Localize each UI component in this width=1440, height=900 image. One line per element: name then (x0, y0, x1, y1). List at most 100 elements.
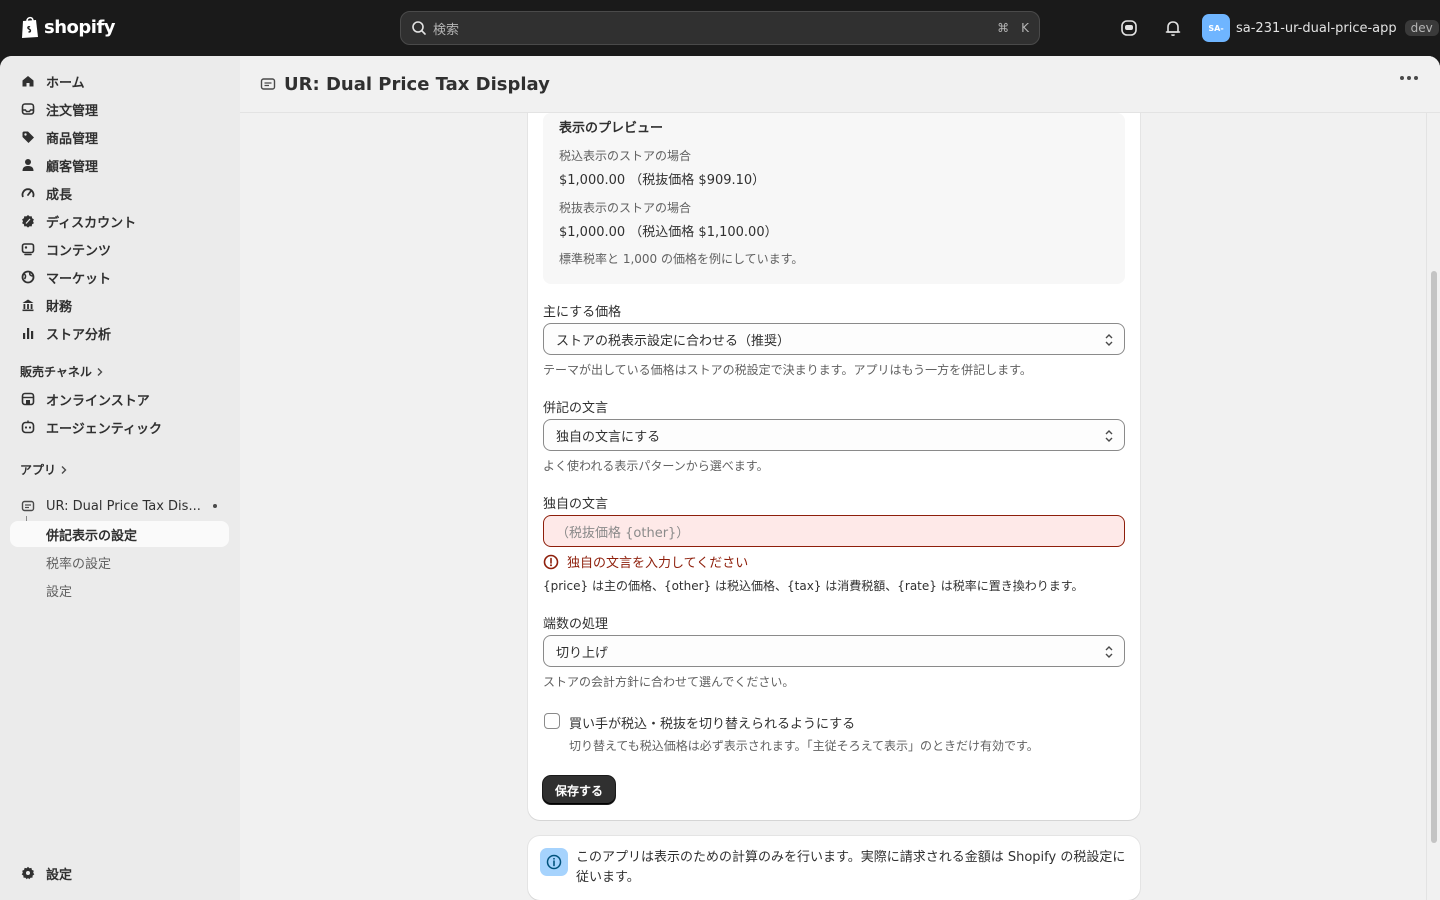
shopify-bag-icon (22, 16, 38, 38)
sidebar-item-label: ホーム (46, 75, 85, 91)
sidebar-item-products[interactable]: 商品管理 (10, 124, 229, 150)
rounding-select[interactable]: 切り上げ (543, 635, 1125, 667)
wording-label: 併記の文言 (543, 401, 609, 416)
agentic-icon (20, 419, 36, 435)
sidebar-item-discounts[interactable]: ディスカウント (10, 208, 229, 234)
sidebar-item-home[interactable]: ホーム (10, 68, 229, 94)
search-bar[interactable]: 検索 ⌘ K (400, 11, 1040, 45)
preview-excl-label: 税抜表示のストアの場合 (559, 201, 692, 215)
sidebar-item-label: エージェンティック (46, 421, 162, 437)
sidebar-item-label: 成長 (46, 187, 73, 203)
preview-note: 標準税率と 1,000 の価格を例にしています。 (559, 252, 804, 266)
chevron-right-icon (97, 367, 103, 376)
select-chevron-icon (1105, 334, 1113, 346)
apps-heading[interactable]: アプリ (20, 461, 68, 478)
sidebar-item-agentic[interactable]: エージェンティック (10, 414, 229, 440)
main-content: UR: Dual Price Tax Display 表示のプレビュー 税込表示… (240, 56, 1440, 900)
search-placeholder: 検索 (433, 22, 460, 38)
preview-incl-value: $1,000.00 （税抜価格 $909.10） (559, 173, 766, 188)
app-icon (260, 78, 276, 90)
error-text: 独自の文言を入力してください (567, 556, 749, 571)
top-bar: shopify 検索 ⌘ K SA- sa-231-ur-dual-price-… (0, 0, 1440, 56)
custom-wording-placeholder: （税抜価格 {other}） (556, 525, 690, 541)
store-icon (20, 391, 36, 407)
sidebar-item-orders[interactable]: 注文管理 (10, 96, 229, 122)
more-actions-button[interactable] (1400, 76, 1418, 80)
sidebar-item-growth[interactable]: 成長 (10, 180, 229, 206)
wording-value: 独自の文言にする (556, 429, 661, 445)
app-icon (20, 498, 36, 514)
page-title: UR: Dual Price Tax Display (284, 73, 550, 95)
pin-dot[interactable] (213, 504, 217, 508)
globe-icon (20, 269, 36, 285)
sidebar-subitem-tax-rate[interactable]: 税率の設定 (10, 549, 229, 575)
content-icon (20, 241, 36, 257)
sidebar-item-settings[interactable]: 設定 (10, 860, 229, 886)
sidebar-item-online-store[interactable]: オンラインストア (10, 386, 229, 412)
sidebar-item-label: 財務 (46, 299, 73, 315)
main-price-select[interactable]: ストアの税表示設定に合わせる（推奨） (543, 323, 1125, 355)
chart-icon (20, 325, 36, 341)
store-name: sa-231-ur-dual-price-app (1236, 20, 1397, 36)
sales-channels-heading[interactable]: 販売チャネル (20, 363, 104, 380)
sidebar-item-app[interactable]: UR: Dual Price Tax Dis... (10, 493, 229, 519)
sidebar-item-customers[interactable]: 顧客管理 (10, 152, 229, 178)
buyer-toggle-help: 切り替えても税込価格は必ず表示されます。「主従そろえて表示」のときだけ有効です。 (569, 739, 1039, 753)
main-price-value: ストアの税表示設定に合わせる（推奨） (556, 333, 791, 349)
avatar: SA- (1202, 14, 1230, 42)
preview-excl-value: $1,000.00 （税込価格 $1,100.00） (559, 225, 778, 240)
sidebar-subitem-settings[interactable]: 設定 (10, 577, 229, 603)
error-icon (543, 554, 559, 569)
sidebar-item-label: マーケット (46, 271, 112, 287)
scrollbar-thumb[interactable] (1431, 271, 1437, 843)
main-price-label: 主にする価格 (543, 305, 622, 320)
sidebar-item-label: 設定 (46, 867, 73, 883)
sidebar-item-analytics[interactable]: ストア分析 (10, 320, 229, 346)
sidebar-item-label: UR: Dual Price Tax Dis... (46, 498, 201, 514)
rounding-help: ストアの会計方針に合わせて選んでください。 (543, 675, 795, 689)
inbox-icon (20, 101, 36, 117)
preview-box: 表示のプレビュー 税込表示のストアの場合 $1,000.00 （税抜価格 $90… (543, 113, 1125, 284)
save-button[interactable]: 保存する (543, 776, 615, 804)
sidebar-item-label: 顧客管理 (46, 159, 99, 175)
notifications-button[interactable] (1161, 16, 1185, 40)
env-badge: dev (1404, 20, 1439, 36)
page-header: UR: Dual Price Tax Display (240, 56, 1440, 113)
store-menu[interactable]: SA- sa-231-ur-dual-price-app dev (1202, 14, 1439, 42)
admin-frame: ホーム 注文管理 商品管理 顧客管理 成長 ディスカウント コンテンツ マーケッ… (0, 56, 1440, 900)
person-icon (20, 157, 36, 173)
select-chevron-icon (1105, 430, 1113, 442)
sidebar-item-label: コンテンツ (46, 243, 112, 259)
custom-wording-input[interactable]: （税抜価格 {other}） (543, 515, 1125, 547)
wording-select[interactable]: 独自の文言にする (543, 419, 1125, 451)
info-text: このアプリは表示のための計算のみを行います。実際に請求される金額は Shopif… (576, 850, 1126, 885)
custom-wording-error: 独自の文言を入力してください (543, 552, 748, 571)
sidebar-item-finance[interactable]: 財務 (10, 292, 229, 318)
wording-help: よく使われる表示パターンから選べます。 (543, 459, 769, 473)
preview-title: 表示のプレビュー (559, 121, 664, 136)
buyer-toggle-label[interactable]: 買い手が税込・税抜を切り替えられるようにする (569, 713, 855, 732)
sidebar-subitem-dual-display[interactable]: 併記表示の設定 (10, 521, 229, 547)
custom-wording-help: {price} は主の価格、{other} は税込価格、{tax} は消費税額、… (543, 579, 1084, 593)
sidebar-item-content[interactable]: コンテンツ (10, 236, 229, 262)
sidekick-button[interactable] (1117, 16, 1141, 40)
shopify-logo[interactable]: shopify (20, 15, 116, 39)
bank-icon (20, 297, 36, 313)
sidebar-item-label: 注文管理 (46, 103, 99, 119)
sidebar-item-markets[interactable]: マーケット (10, 264, 229, 290)
tag-icon (20, 129, 36, 145)
sidebar-item-label: ストア分析 (46, 327, 112, 343)
brand-name: shopify (44, 16, 116, 38)
buyer-toggle-checkbox[interactable] (544, 713, 560, 729)
sidebar-item-label: オンラインストア (46, 393, 150, 409)
info-banner: このアプリは表示のための計算のみを行います。実際に請求される金額は Shopif… (528, 836, 1140, 900)
main-price-help: テーマが出している価格はストアの税設定で決まります。アプリはもう一方を併記します… (543, 363, 1032, 377)
rounding-value: 切り上げ (556, 645, 609, 661)
gear-icon (20, 865, 36, 881)
bell-icon (1165, 21, 1181, 36)
search-shortcut: ⌘ K (997, 21, 1029, 35)
scrollbar[interactable] (1426, 113, 1440, 900)
search-icon (412, 21, 426, 35)
sidebar-item-label: 商品管理 (46, 131, 99, 147)
gauge-icon (20, 185, 36, 201)
